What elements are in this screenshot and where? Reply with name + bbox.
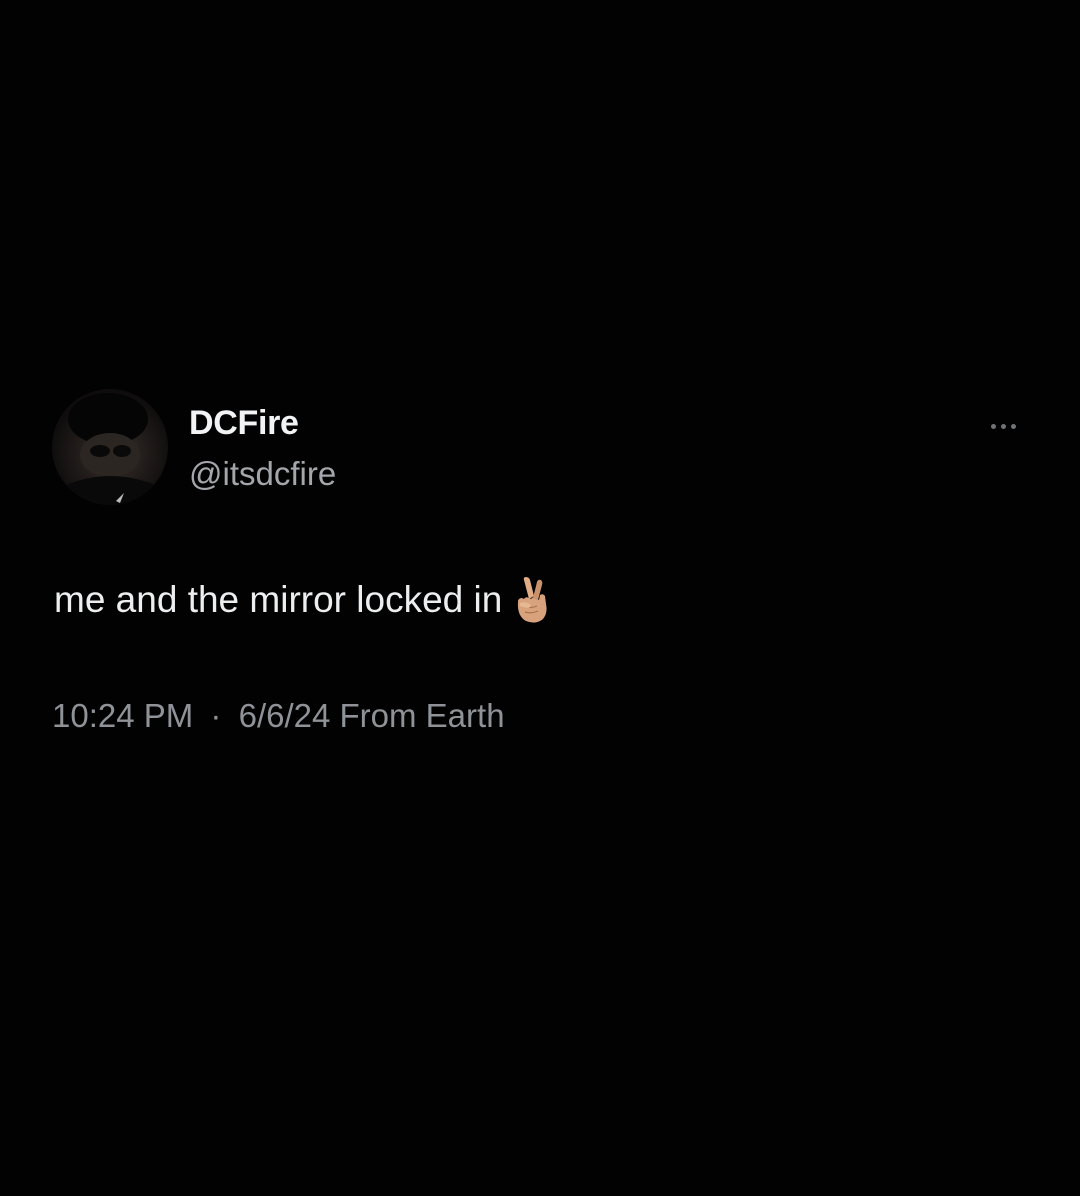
more-dot [990, 423, 996, 429]
crossed-fingers-icon [512, 576, 552, 624]
tweet-text: me and the mirror locked in [54, 579, 503, 620]
more-dot [1000, 423, 1006, 429]
more-dot [1010, 423, 1016, 429]
tweet-text-row: me and the mirror locked in [54, 576, 552, 624]
tweet-time[interactable]: 10:24 PM [52, 697, 193, 734]
screen: DCFire @itsdcfire me and the mirror lock… [0, 0, 1080, 1196]
tweet-card: DCFire @itsdcfire me and the mirror lock… [0, 0, 1080, 1196]
display-name[interactable]: DCFire [189, 404, 299, 443]
meta-separator: · [210, 697, 222, 734]
tweet-metadata: 10:24 PM · 6/6/24 From Earth [52, 697, 505, 735]
tweet-date[interactable]: 6/6/24 [239, 697, 331, 734]
more-options-icon[interactable] [978, 414, 1028, 438]
profile-avatar[interactable] [52, 389, 168, 505]
tweet-source: From Earth [339, 697, 505, 734]
user-handle[interactable]: @itsdcfire [189, 455, 336, 493]
